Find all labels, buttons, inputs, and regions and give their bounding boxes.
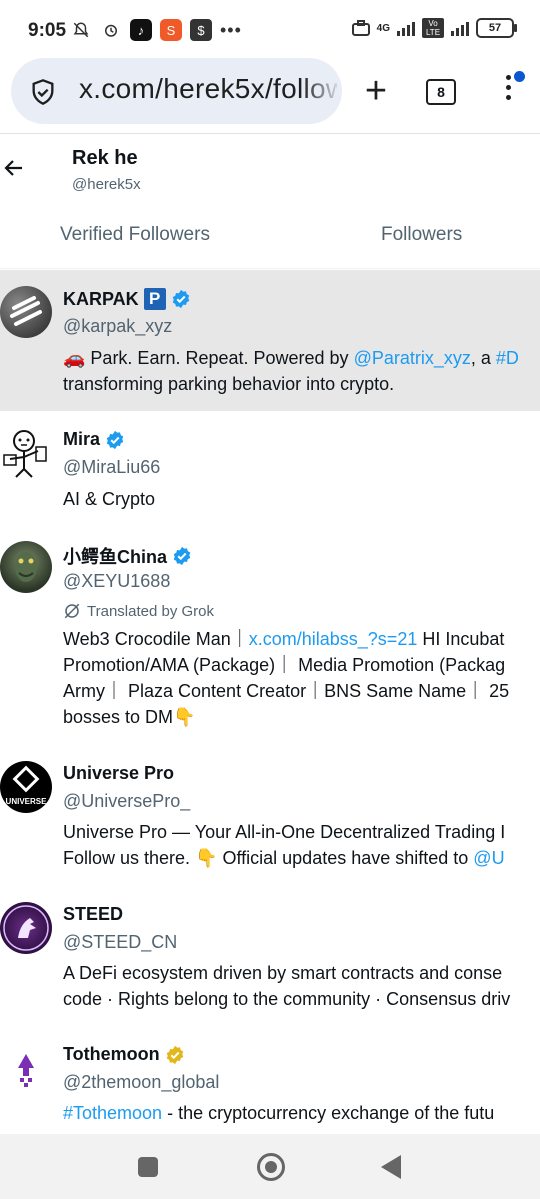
bio-link[interactable]: x.com/hilabss_?s=21 xyxy=(249,629,418,649)
alarm-icon xyxy=(100,19,122,41)
profile-name: Rek he xyxy=(72,147,138,169)
grok-icon xyxy=(64,603,80,619)
site-info-icon[interactable] xyxy=(29,78,57,106)
tiktok-icon: ♪ xyxy=(130,19,152,41)
user-bio-line2: code · Rights belong to the community · … xyxy=(63,989,511,1009)
tab-verified-followers[interactable]: Verified Followers xyxy=(60,224,210,246)
user-row[interactable]: Tothemoon @2themoon_global #Tothemoon - … xyxy=(0,1026,540,1134)
home-icon[interactable] xyxy=(257,1153,285,1181)
translated-by-grok[interactable]: Translated by Grok xyxy=(63,602,214,620)
notification-icons: ♪ S $ ••• xyxy=(70,19,242,41)
status-time: 9:05 xyxy=(28,20,67,41)
user-bio-line2: transforming parking behavior into crypt… xyxy=(63,374,395,394)
user-name[interactable]: Universe Pro xyxy=(63,763,174,784)
bio-hashtag[interactable]: #D xyxy=(496,348,519,368)
url-text[interactable]: x.com/herek5x/followers xyxy=(79,73,337,105)
avatar[interactable]: UNIVERSE xyxy=(0,761,52,813)
url-bar[interactable]: x.com/herek5x/followers xyxy=(11,58,342,124)
bio-hashtag[interactable]: #Tothemoon xyxy=(63,1103,162,1123)
shopping-bag-icon: $ xyxy=(190,19,212,41)
verified-badge-icon xyxy=(173,546,191,566)
verified-gold-badge-icon xyxy=(166,1045,183,1064)
user-name[interactable]: Mira xyxy=(63,429,100,450)
mute-bell-icon xyxy=(70,19,92,41)
status-bar: 9:05 ♪ S $ ••• 4G Vo LTE 57 xyxy=(0,0,540,58)
tab-followers[interactable]: Followers xyxy=(381,224,462,246)
user-handle: @2themoon_global xyxy=(63,1072,220,1092)
user-bio: Web3 Crocodile Man｜x.com/hilabss_?s=21 H… xyxy=(63,629,505,649)
profile-handle: @herek5x xyxy=(72,176,141,193)
car-emoji: 🚗 xyxy=(63,348,86,368)
avatar[interactable] xyxy=(0,541,52,593)
user-handle: @UniversePro_ xyxy=(63,791,191,811)
bio-link[interactable]: @U xyxy=(473,848,504,868)
briefcase-icon xyxy=(351,20,370,36)
user-name[interactable]: Tothemoon xyxy=(63,1044,160,1065)
update-dot-icon xyxy=(514,71,525,82)
user-bio: AI & Crypto xyxy=(63,489,156,509)
user-row[interactable]: Mira @MiraLiu66 AI & Crypto xyxy=(0,411,540,527)
signal-icon xyxy=(397,20,415,36)
system-nav-bar xyxy=(0,1134,540,1199)
network-type: 4G xyxy=(376,22,390,34)
bio-link[interactable]: @Paratrix_xyz xyxy=(354,348,471,368)
profile-header: Rek he @herek5x xyxy=(0,134,540,208)
battery-icon: 57 xyxy=(476,18,517,38)
user-bio: Universe Pro — Your All-in-One Decentral… xyxy=(63,822,506,842)
more-notifications-icon: ••• xyxy=(220,19,242,40)
back-arrow-icon[interactable] xyxy=(2,156,26,180)
user-name[interactable]: STEED xyxy=(63,904,123,925)
user-handle: @MiraLiu66 xyxy=(63,457,161,477)
user-name[interactable]: 小鳄鱼China xyxy=(63,543,167,569)
user-handle: @STEED_CN xyxy=(63,932,178,952)
user-bio: A DeFi ecosystem driven by smart contrac… xyxy=(63,963,503,983)
back-triangle-icon[interactable] xyxy=(381,1155,401,1179)
avatar-label: UNIVERSE xyxy=(5,797,47,806)
user-handle: @karpak_xyz xyxy=(63,316,173,336)
user-bio-line2: Follow us there. 👇 Official updates have… xyxy=(63,848,505,868)
user-bio: #Tothemoon - the cryptocurrency exchange… xyxy=(63,1103,495,1123)
verified-badge-icon xyxy=(172,289,189,309)
user-bio-line2: Promotion/AMA (Package)｜ Media Promotion… xyxy=(63,655,506,675)
recents-icon[interactable] xyxy=(138,1157,158,1177)
user-handle: @XEYU1688 xyxy=(63,571,171,591)
avatar[interactable] xyxy=(0,286,52,338)
signal-icon-2 xyxy=(451,20,469,36)
user-row[interactable]: UNIVERSE Universe Pro @UniversePro_ Univ… xyxy=(0,753,540,896)
user-row[interactable]: KARPAK P @karpak_xyz 🚗 Park. Earn. Repea… xyxy=(0,270,540,411)
shopee-icon: S xyxy=(160,19,182,41)
user-bio-line3: Army｜ Plaza Content Creator｜BNS Same Nam… xyxy=(63,681,510,701)
avatar[interactable] xyxy=(0,427,52,479)
user-name[interactable]: KARPAK xyxy=(63,289,139,310)
avatar[interactable] xyxy=(0,902,52,954)
new-tab-plus-icon[interactable]: + xyxy=(356,72,396,112)
user-row[interactable]: STEED @STEED_CN A DeFi ecosystem driven … xyxy=(0,896,540,1026)
status-right: 4G Vo LTE 57 xyxy=(351,18,517,38)
user-bio: 🚗 Park. Earn. Repeat. Powered by @Paratr… xyxy=(63,348,519,368)
user-bio-line4: bosses to DM👇 xyxy=(63,707,196,727)
user-row[interactable]: 小鳄鱼China @XEYU1688 Translated by Grok We… xyxy=(0,527,540,753)
verified-badge-icon xyxy=(106,430,124,449)
volte-icon: Vo LTE xyxy=(422,18,444,38)
avatar[interactable] xyxy=(0,1042,52,1094)
p-badge-icon: P xyxy=(143,288,166,310)
tab-switcher-button[interactable]: 8 xyxy=(426,79,456,105)
